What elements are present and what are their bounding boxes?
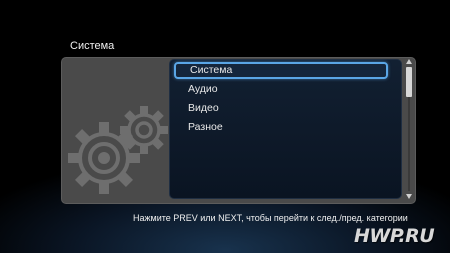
- navigation-hint: Нажмите PREV или NEXT, чтобы перейти к с…: [133, 213, 408, 223]
- scroll-up-icon[interactable]: [406, 59, 412, 64]
- menu-item-audio[interactable]: Аудио: [174, 81, 388, 98]
- settings-screen: Система Система Аудио Видео Разное Нажми…: [0, 0, 450, 253]
- menu-item-system[interactable]: Система: [174, 62, 388, 79]
- menu-item-video[interactable]: Видео: [174, 100, 388, 117]
- scroll-down-icon[interactable]: [406, 194, 412, 199]
- page-title: Система: [70, 40, 115, 52]
- watermark-logo: HWP.RU: [354, 225, 435, 247]
- gears-icon: [68, 106, 168, 194]
- menu-item-misc[interactable]: Разное: [174, 119, 388, 136]
- menu-scrollbar[interactable]: [405, 59, 413, 199]
- scroll-thumb[interactable]: [406, 67, 412, 97]
